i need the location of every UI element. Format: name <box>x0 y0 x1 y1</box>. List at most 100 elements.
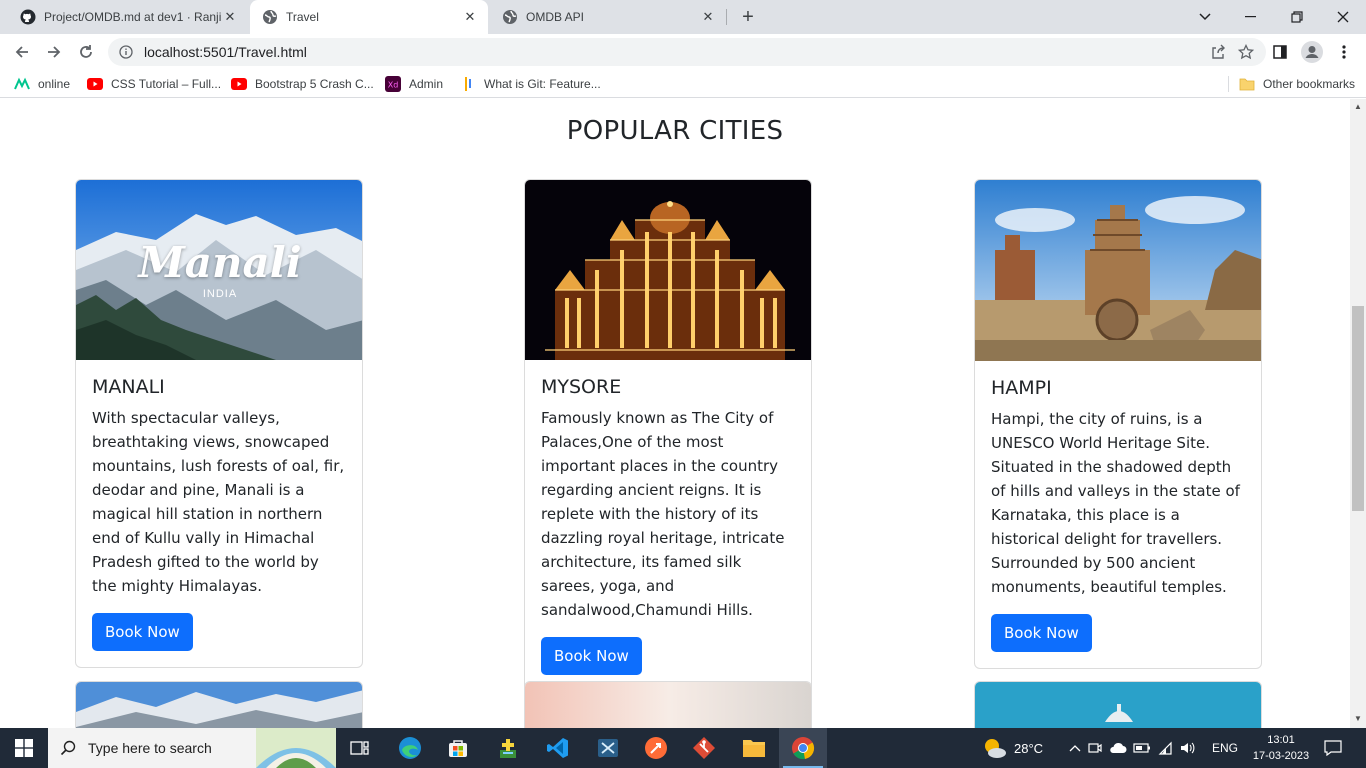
avatar-icon <box>1301 41 1323 63</box>
book-now-button[interactable]: Book Now <box>541 637 642 675</box>
star-icon[interactable] <box>1232 38 1260 66</box>
book-now-button[interactable]: Book Now <box>991 614 1092 652</box>
search-highlight-art <box>256 728 336 768</box>
adobe-xd-icon: Xd <box>385 76 401 92</box>
taskbar-store[interactable] <box>434 728 482 768</box>
bookmark-label: Admin <box>409 77 444 91</box>
close-icon[interactable]: ✕ <box>462 9 478 25</box>
scroll-down-icon[interactable]: ▼ <box>1354 715 1362 723</box>
restore-icon <box>1291 11 1303 23</box>
snipping-tool-icon <box>598 739 618 757</box>
bookmark-bootstrap[interactable]: Bootstrap 5 Crash C... <box>231 74 374 94</box>
vscode-icon <box>547 738 568 758</box>
back-button[interactable] <box>8 38 36 66</box>
battery-icon[interactable] <box>1130 743 1154 753</box>
svg-text:Xd: Xd <box>388 81 399 90</box>
task-view-button[interactable] <box>336 728 384 768</box>
kebab-menu-icon <box>1342 45 1346 59</box>
taskbar-git-tool[interactable] <box>680 728 728 768</box>
next-card-image <box>974 681 1262 728</box>
chevron-up-icon[interactable] <box>1066 744 1084 752</box>
city-card-hampi: HAMPI Hampi, the city of ruins, is a UNE… <box>974 179 1262 669</box>
start-button[interactable] <box>0 728 48 768</box>
bookmark-label: CSS Tutorial – Full... <box>111 77 222 91</box>
search-icon <box>48 740 88 756</box>
close-icon[interactable]: ✕ <box>222 9 238 25</box>
scroll-thumb[interactable] <box>1352 306 1364 511</box>
manali-image-subtitle: INDIA <box>202 288 238 300</box>
taskbar-search-box[interactable]: Type here to search <box>48 728 336 768</box>
github-icon <box>20 9 36 25</box>
volume-icon[interactable] <box>1176 741 1198 755</box>
windows-taskbar: Type here to search 28°C ENG 13:01 17-03… <box>0 728 1366 768</box>
tab-github[interactable]: Project/OMDB.md at dev1 · Ranji ✕ <box>8 0 248 34</box>
restore-button[interactable] <box>1274 0 1320 34</box>
share-icon[interactable] <box>1204 38 1232 66</box>
page-scrollbar[interactable]: ▲ ▼ <box>1350 99 1366 728</box>
tab-title: Project/OMDB.md at dev1 · Ranji <box>44 10 222 24</box>
weather-widget[interactable]: 28°C <box>982 728 1043 768</box>
tab-omdb[interactable]: OMDB API ✕ <box>490 0 726 34</box>
language-indicator[interactable]: ENG <box>1212 728 1238 768</box>
tab-search-button[interactable] <box>1182 0 1228 34</box>
bookmark-git[interactable]: What is Git: Feature... <box>460 74 601 94</box>
youtube-icon <box>231 76 247 92</box>
taskbar-edge[interactable] <box>386 728 434 768</box>
bookmark-label: Bootstrap 5 Crash C... <box>255 77 374 91</box>
bookmarks-divider <box>1228 76 1229 92</box>
search-placeholder: Type here to search <box>88 740 212 756</box>
profile-button[interactable] <box>1298 38 1326 66</box>
other-bookmarks[interactable]: Other bookmarks <box>1239 74 1355 94</box>
tab-title: Travel <box>286 10 319 24</box>
game-app-icon <box>500 739 516 758</box>
city-card-manali: Manali INDIA MANALI With spectacular val… <box>75 179 363 668</box>
forward-button[interactable] <box>40 38 68 66</box>
tab-travel[interactable]: Travel ✕ <box>250 0 488 34</box>
taskbar-vscode[interactable] <box>534 728 582 768</box>
notifications-button[interactable] <box>1322 728 1344 768</box>
online-icon <box>14 76 30 92</box>
bookmark-css-tutorial[interactable]: CSS Tutorial – Full... <box>87 74 221 94</box>
bookmark-online[interactable]: online <box>14 74 70 94</box>
windows-logo-icon <box>15 739 33 757</box>
close-icon[interactable]: ✕ <box>700 9 716 25</box>
taskbar-game-app[interactable] <box>484 728 532 768</box>
taskbar-clock[interactable]: 13:01 17-03-2023 <box>1252 732 1310 764</box>
card-text: Famously known as The City of Palaces,On… <box>541 409 785 619</box>
new-tab-button[interactable]: + <box>736 5 760 29</box>
taskbar-postman[interactable] <box>632 728 680 768</box>
card-title: MANALI <box>92 376 165 398</box>
close-window-button[interactable] <box>1320 0 1366 34</box>
side-panel-icon <box>1273 45 1287 59</box>
cloud-icon[interactable] <box>1106 742 1130 754</box>
weather-sun-cloud-icon <box>985 739 1006 758</box>
reload-button[interactable] <box>72 38 100 66</box>
minimize-button[interactable] <box>1228 0 1274 34</box>
system-tray-icons <box>1066 728 1198 768</box>
minimize-icon <box>1245 16 1256 18</box>
weather-temp: 28°C <box>1014 740 1044 756</box>
taskbar-chrome[interactable] <box>779 728 827 768</box>
close-icon <box>1337 11 1349 23</box>
book-now-button[interactable]: Book Now <box>92 613 193 651</box>
git-icon <box>460 76 476 92</box>
reload-icon <box>80 45 92 58</box>
menu-button[interactable] <box>1330 38 1358 66</box>
wifi-icon[interactable] <box>1154 741 1176 755</box>
notification-icon <box>1324 740 1342 756</box>
meet-now-icon[interactable] <box>1084 741 1106 755</box>
taskbar-snipping-tool[interactable] <box>584 728 632 768</box>
folder-icon <box>1239 76 1255 92</box>
side-panel-button[interactable] <box>1266 38 1294 66</box>
store-icon <box>449 740 467 757</box>
address-bar[interactable]: localhost:5501/Travel.html <box>108 38 1266 66</box>
taskbar-file-explorer[interactable] <box>730 728 778 768</box>
card-title: HAMPI <box>991 377 1052 399</box>
edge-icon <box>399 737 421 759</box>
scroll-up-icon[interactable]: ▲ <box>1354 103 1362 111</box>
language-text: ENG <box>1212 741 1239 755</box>
clock-date: 17-03-2023 <box>1252 750 1310 762</box>
info-icon[interactable] <box>112 38 140 66</box>
bookmark-admin[interactable]: Xd Admin <box>385 74 443 94</box>
next-card-image <box>75 681 363 728</box>
